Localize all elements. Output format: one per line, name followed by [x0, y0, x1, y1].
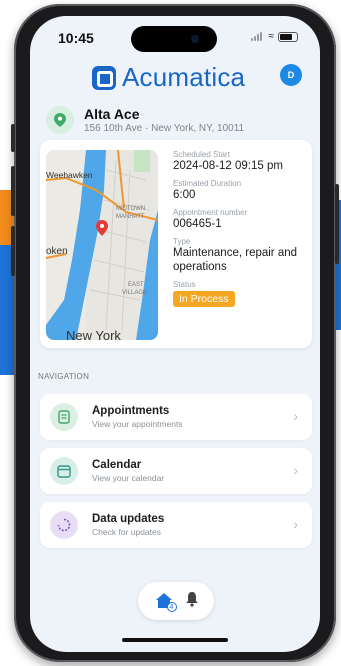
app-header: Acumatica D [30, 62, 320, 102]
location-address: 156 10th Ave · New York, NY, 10011 [84, 123, 245, 134]
home-tab[interactable]: 4 [154, 592, 177, 612]
appointment-map[interactable]: Weehawken MIDTOWN MANHATT oken EAST VILL… [46, 150, 158, 340]
estimated-duration-value: 6:00 [173, 189, 196, 201]
appointment-number-value: 006465-1 [173, 218, 222, 230]
appointment-card[interactable]: Weehawken MIDTOWN MANHATT oken EAST VILL… [40, 140, 312, 348]
location-header: Alta Ace 156 10th Ave · New York, NY, 10… [46, 100, 304, 140]
bell-icon [185, 591, 198, 607]
chevron-right-icon: › [293, 462, 298, 478]
bottom-tab-bar: 4 [138, 582, 214, 620]
nav-item-title: Calendar [92, 459, 142, 471]
map-label-east: EAST [128, 282, 144, 288]
battery-icon [278, 31, 298, 42]
power-button [335, 184, 339, 264]
map-label-weehawken: Weehawken [46, 170, 93, 180]
notifications-tab[interactable] [185, 591, 199, 612]
map-label-midtown: MIDTOWN [116, 206, 146, 212]
map-label-new-york: New York [66, 328, 121, 340]
location-pin-icon [46, 106, 74, 134]
user-avatar[interactable]: D [280, 64, 302, 86]
signal-icon [250, 32, 265, 41]
map-label-hoboken: oken [46, 246, 68, 257]
acumatica-logo-icon [92, 65, 116, 90]
appointment-number-label: Appointment number [173, 208, 248, 217]
type-value: Maintenance, repair and operations [173, 247, 298, 273]
nav-item-subtitle: Check for updates [92, 527, 161, 537]
navigation-heading: NAVIGATION [38, 372, 90, 381]
estimated-duration-label: Estimated Duration [173, 179, 242, 188]
status-time: 10:45 [58, 30, 94, 46]
nav-item-subtitle: View your appointments [92, 419, 183, 429]
map-label-village: VILLAGE [122, 290, 148, 296]
status-badge: In Process [173, 291, 235, 307]
appointment-details: Scheduled Start 2024-08-12 09:15 pm Esti… [173, 150, 306, 307]
nav-item-data-updates[interactable]: Data updates Check for updates › [40, 502, 312, 548]
calendar-icon [50, 457, 78, 485]
chevron-right-icon: › [293, 408, 298, 424]
location-name: Alta Ace [84, 106, 140, 122]
chevron-right-icon: › [293, 516, 298, 532]
nav-item-calendar[interactable]: Calendar View your calendar › [40, 448, 312, 494]
document-icon [50, 403, 78, 431]
nav-item-title: Data updates [92, 513, 165, 525]
map-label-manhattan: MANHATT [116, 214, 145, 220]
type-label: Type [173, 237, 191, 246]
home-badge: 4 [166, 602, 177, 612]
scheduled-start-value: 2024-08-12 09:15 pm [173, 160, 283, 172]
nav-item-title: Appointments [92, 405, 170, 417]
side-button [11, 124, 15, 152]
dynamic-island [131, 26, 217, 52]
sync-icon [50, 511, 78, 539]
volume-up-button [11, 166, 15, 216]
home-indicator [122, 638, 228, 642]
app-logo: Acumatica [92, 62, 245, 93]
status-label: Status [173, 280, 196, 289]
system-icons: ≈ [250, 31, 298, 42]
app-name: Acumatica [122, 62, 246, 92]
nav-item-appointments[interactable]: Appointments View your appointments › [40, 394, 312, 440]
app-screen: 10:45 ≈ Acumatica D Alta Ace 156 10th Av… [30, 16, 320, 652]
wifi-icon: ≈ [268, 31, 275, 42]
nav-item-subtitle: View your calendar [92, 473, 165, 483]
volume-down-button [11, 226, 15, 276]
status-bar: 10:45 ≈ [30, 16, 320, 56]
scheduled-start-label: Scheduled Start [173, 150, 230, 159]
